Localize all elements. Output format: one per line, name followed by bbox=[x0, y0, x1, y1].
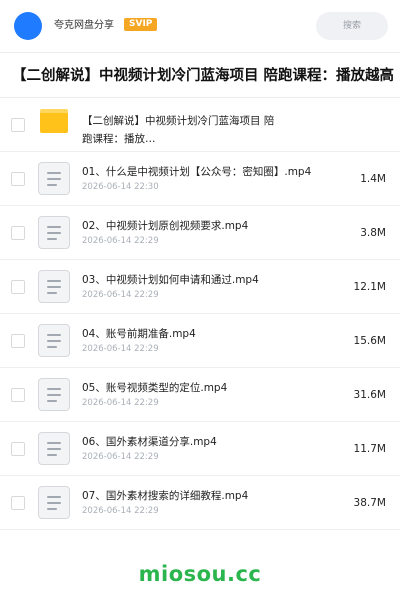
row-checkbox[interactable] bbox=[11, 496, 25, 510]
document-file-icon bbox=[38, 486, 70, 519]
document-file-icon bbox=[38, 432, 70, 465]
file-row[interactable]: 05、账号视频类型的定位.mp4 2026-06-14 22:29 31.6M bbox=[0, 368, 400, 422]
file-row[interactable]: 06、国外素材渠道分享.mp4 2026-06-14 22:29 11.7M bbox=[0, 422, 400, 476]
file-row[interactable]: 03、中视频计划如何申请和通过.mp4 2026-06-14 22:29 12.1M bbox=[0, 260, 400, 314]
file-size: 15.6M bbox=[353, 335, 386, 347]
file-date: 2026-06-14 22:30 bbox=[82, 182, 159, 192]
folder-row[interactable]: 【二创解说】中视频计划冷门蓝海项目 陪跑课程：播放… bbox=[0, 98, 400, 152]
search-input[interactable]: 搜索 bbox=[316, 12, 388, 40]
file-date: 2026-06-14 22:29 bbox=[82, 290, 159, 300]
row-checkbox[interactable] bbox=[11, 442, 25, 456]
file-name: 02、中视频计划原创视频要求.mp4 bbox=[82, 220, 249, 232]
row-checkbox[interactable] bbox=[11, 334, 25, 348]
file-size: 31.6M bbox=[353, 389, 386, 401]
file-date: 2026-06-14 22:29 bbox=[82, 452, 159, 462]
file-name: 07、国外素材搜索的详细教程.mp4 bbox=[82, 490, 249, 502]
file-row[interactable]: 04、账号前期准备.mp4 2026-06-14 22:29 15.6M bbox=[0, 314, 400, 368]
file-date: 2026-06-14 22:29 bbox=[82, 398, 159, 408]
file-name: 03、中视频计划如何申请和通过.mp4 bbox=[82, 274, 259, 286]
avatar[interactable] bbox=[14, 12, 42, 40]
share-header: 夸克网盘分享 SVIP 搜索 bbox=[0, 0, 400, 52]
file-size: 38.7M bbox=[353, 497, 386, 509]
title-bar: 【二创解说】中视频计划冷门蓝海项目 陪跑课程：播放越高 bbox=[0, 52, 400, 98]
file-size: 1.4M bbox=[360, 173, 386, 185]
row-checkbox[interactable] bbox=[11, 172, 25, 186]
file-date: 2026-06-14 22:29 bbox=[82, 236, 159, 246]
file-date: 2026-06-14 22:29 bbox=[82, 344, 159, 354]
folder-icon bbox=[40, 109, 68, 133]
file-name: 06、国外素材渠道分享.mp4 bbox=[82, 436, 217, 448]
file-row[interactable]: 07、国外素材搜索的详细教程.mp4 2026-06-14 22:29 38.7M bbox=[0, 476, 400, 530]
file-list: 【二创解说】中视频计划冷门蓝海项目 陪跑课程：播放… 01、什么是中视频计划【公… bbox=[0, 98, 400, 530]
file-date: 2026-06-14 22:29 bbox=[82, 506, 159, 516]
file-name: 01、什么是中视频计划【公众号：密知圈】.mp4 bbox=[82, 166, 312, 178]
sharer-name[interactable]: 夸克网盘分享 bbox=[54, 19, 114, 33]
document-file-icon bbox=[38, 270, 70, 303]
folder-name: 【二创解说】中视频计划冷门蓝海项目 陪跑课程：播放… bbox=[82, 115, 275, 145]
row-checkbox[interactable] bbox=[11, 280, 25, 294]
row-checkbox[interactable] bbox=[11, 226, 25, 240]
document-file-icon bbox=[38, 378, 70, 411]
row-checkbox[interactable] bbox=[11, 118, 25, 132]
watermark: miosou.cc bbox=[138, 562, 262, 586]
row-checkbox[interactable] bbox=[11, 388, 25, 402]
document-file-icon bbox=[38, 216, 70, 249]
file-name: 05、账号视频类型的定位.mp4 bbox=[82, 382, 228, 394]
document-file-icon bbox=[38, 162, 70, 195]
file-size: 11.7M bbox=[353, 443, 386, 455]
document-file-icon bbox=[38, 324, 70, 357]
page-title: 【二创解说】中视频计划冷门蓝海项目 陪跑课程：播放越高 bbox=[12, 68, 395, 84]
file-size: 12.1M bbox=[353, 281, 386, 293]
file-name: 04、账号前期准备.mp4 bbox=[82, 328, 196, 340]
file-row[interactable]: 01、什么是中视频计划【公众号：密知圈】.mp4 2026-06-14 22:30… bbox=[0, 152, 400, 206]
file-size: 3.8M bbox=[360, 227, 386, 239]
file-row[interactable]: 02、中视频计划原创视频要求.mp4 2026-06-14 22:29 3.8M bbox=[0, 206, 400, 260]
svip-badge: SVIP bbox=[124, 18, 158, 31]
